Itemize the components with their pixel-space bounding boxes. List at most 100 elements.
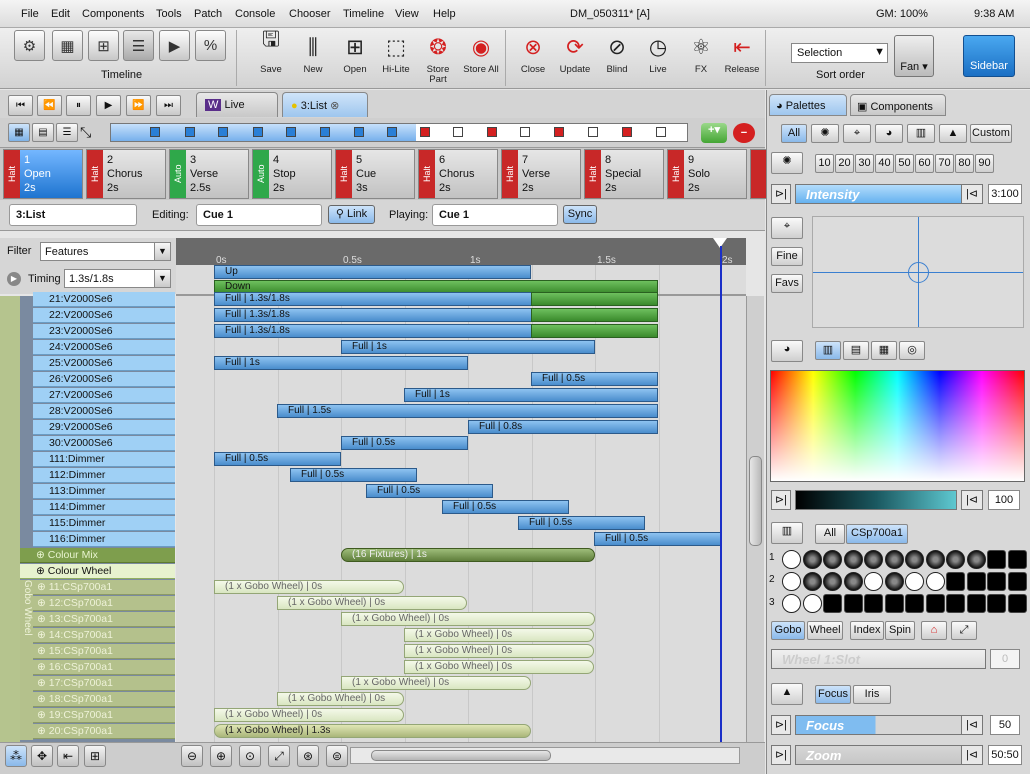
expand-icon[interactable]: ⊕ xyxy=(37,709,46,721)
color-picker[interactable] xyxy=(770,370,1025,482)
cue-marker[interactable] xyxy=(453,127,463,137)
level-preset-button[interactable]: 30 xyxy=(855,154,874,173)
fixture-name[interactable]: 26:V2000Se6 xyxy=(33,372,175,387)
intensity-min-icon[interactable]: ⊳| xyxy=(771,184,791,204)
gobo-timing-bar[interactable]: (1 x Gobo Wheel) | 0s xyxy=(404,644,594,658)
playing-cue-field[interactable]: Cue 1 xyxy=(432,204,558,226)
gobo-slot-icon[interactable] xyxy=(946,594,965,613)
colour-mix-bar[interactable]: (16 Fixtures) | 1s xyxy=(341,548,595,562)
level-preset-button[interactable]: 20 xyxy=(835,154,854,173)
fast-forward-icon[interactable]: ⏩ xyxy=(126,95,151,116)
timing-bar[interactable]: Full | 0.5s xyxy=(531,372,658,386)
level-preset-button[interactable]: 80 xyxy=(955,154,974,173)
cue-mode-label[interactable]: Halt xyxy=(419,150,435,198)
cue-marker[interactable] xyxy=(253,127,263,137)
zoom-selection-icon[interactable]: ⊜ xyxy=(326,745,348,767)
store-all-button[interactable]: ◉ Store All xyxy=(461,30,501,86)
fixture-name[interactable]: 116:Dimmer xyxy=(33,532,175,547)
menu-view[interactable]: View xyxy=(395,8,419,20)
gobo-slot-icon[interactable] xyxy=(884,550,904,569)
fixture-name[interactable]: 21:V2000Se6 xyxy=(33,292,175,307)
position-filter-icon[interactable]: ⌖ xyxy=(843,124,871,143)
cue-tile[interactable]: Halt 9 Solo 2s xyxy=(667,149,747,199)
remove-cue-icon[interactable]: − xyxy=(733,123,755,143)
timing-play-icon[interactable]: ▶ xyxy=(7,272,21,286)
level-preset-button[interactable]: 10 xyxy=(815,154,834,173)
timing-bar[interactable]: Full | 0.5s xyxy=(366,484,493,498)
cue-mode-label[interactable]: Halt xyxy=(4,150,20,198)
update-button[interactable]: ⟳ Update xyxy=(555,30,595,86)
gobo-slot-icon[interactable] xyxy=(843,572,863,591)
gobo-slot-icon[interactable] xyxy=(782,572,801,591)
forward-end-icon[interactable]: ⏭ xyxy=(156,95,181,116)
gobo-timing-bar[interactable]: (1 x Gobo Wheel) | 0s xyxy=(214,708,404,722)
index-button[interactable]: Index xyxy=(850,621,884,640)
menu-components[interactable]: Components xyxy=(82,8,144,20)
color-saturation-slider[interactable] xyxy=(795,490,957,510)
cue-mode-label[interactable]: Halt xyxy=(668,150,684,198)
gobo-slot-icon[interactable] xyxy=(884,572,904,591)
cue-tile[interactable]: Halt 5 Cue 3s xyxy=(335,149,415,199)
timing-bar[interactable]: Full | 0.8s xyxy=(468,420,658,434)
zoom-out-icon[interactable]: ⊖ xyxy=(181,745,203,767)
fit-icon[interactable]: ⤡ xyxy=(80,124,91,141)
fixture-name[interactable]: 114:Dimmer xyxy=(33,500,175,515)
home-icon[interactable]: ⌂ xyxy=(921,621,947,640)
timing-bar-extension[interactable] xyxy=(531,292,658,306)
spreadsheet-view-icon[interactable]: ▦ xyxy=(52,30,83,61)
cue-marker[interactable] xyxy=(554,127,564,137)
gobo-slot-icon[interactable] xyxy=(1007,572,1027,591)
tab-palettes[interactable]: ◕ Palettes xyxy=(769,94,847,116)
gobo-timing-bar[interactable]: (1 x Gobo Wheel) | 0s xyxy=(404,628,594,642)
gobo-slot-icon[interactable] xyxy=(864,572,883,591)
expand-icon[interactable]: ⊕ xyxy=(37,661,46,673)
zoom-max-icon[interactable]: |⊲ xyxy=(961,745,983,765)
sync-button[interactable]: Sync xyxy=(563,205,597,224)
timing-bar-extension[interactable] xyxy=(531,308,658,322)
gobo-slot-icon[interactable] xyxy=(966,550,986,569)
menu-console[interactable]: Console xyxy=(235,8,275,20)
close-tab-icon[interactable]: ⊗ xyxy=(330,100,339,112)
gobo-fixture-name[interactable]: ⊕ 18:CSp700a1 xyxy=(33,692,175,707)
cue-mode-label[interactable]: Auto xyxy=(170,150,186,198)
fan-button[interactable]: Fan ▾ xyxy=(894,35,934,77)
cue-marker[interactable] xyxy=(622,127,632,137)
gobo-fixture-name[interactable]: ⊕ 12:CSp700a1 xyxy=(33,596,175,611)
gobo-slot-icon[interactable] xyxy=(946,572,965,591)
focus-tab-button[interactable]: Focus xyxy=(815,685,851,704)
menu-help[interactable]: Help xyxy=(433,8,456,20)
cue-marker[interactable] xyxy=(487,127,497,137)
expand-icon[interactable]: ⊕ xyxy=(37,597,46,609)
cue-mode-label[interactable]: Auto xyxy=(253,150,269,198)
filter-dropdown[interactable]: Features ▼ xyxy=(40,242,171,261)
timing-bar[interactable]: Full | 0.5s xyxy=(341,436,468,450)
up-bar[interactable]: Up xyxy=(214,265,531,279)
color-swatches-icon[interactable]: ▦ xyxy=(871,341,897,360)
level-preset-button[interactable]: 70 xyxy=(935,154,954,173)
wheel-slot-value[interactable]: 0 xyxy=(990,649,1020,669)
fixture-name[interactable]: 25:V2000Se6 xyxy=(33,356,175,371)
gobo-fixture-name[interactable]: ⊕ 11:CSp700a1 xyxy=(33,580,175,595)
gobo-fixture-name[interactable]: ⊕ 14:CSp700a1 xyxy=(33,628,175,643)
gobo-all-button[interactable]: All xyxy=(815,524,845,544)
gobo-fixture-button[interactable]: CSp700a1 xyxy=(846,524,908,544)
add-cue-icon[interactable]: +▾ xyxy=(701,123,727,143)
select-mode-icon[interactable]: ⁂ xyxy=(5,745,27,767)
cue-marker[interactable] xyxy=(387,127,397,137)
cue-mode-label[interactable]: Halt xyxy=(502,150,518,198)
color-wheel-icon[interactable]: ◎ xyxy=(899,341,925,360)
horizontal-scrollbar[interactable] xyxy=(350,747,740,764)
color-max-icon[interactable]: |⊲ xyxy=(961,490,983,510)
gobo-fixture-name[interactable]: ⊕ 15:CSp700a1 xyxy=(33,644,175,659)
expand-icon[interactable]: ⊕ xyxy=(37,645,46,657)
expand-icon[interactable]: ⊕ xyxy=(36,565,45,577)
level-preset-button[interactable]: 60 xyxy=(915,154,934,173)
cue-progress-strip[interactable] xyxy=(110,123,688,142)
cue-marker[interactable] xyxy=(354,127,364,137)
zoom-min-icon[interactable]: ⊳| xyxy=(771,745,791,765)
grid-view-icon[interactable]: ⊞ xyxy=(88,30,119,61)
link-button[interactable]: ⚲ Link xyxy=(328,205,375,224)
play-icon[interactable]: ▶ xyxy=(96,95,121,116)
timing-bar[interactable]: Full | 0.5s xyxy=(518,516,645,530)
expand-icon[interactable]: ⊕ xyxy=(37,725,46,737)
